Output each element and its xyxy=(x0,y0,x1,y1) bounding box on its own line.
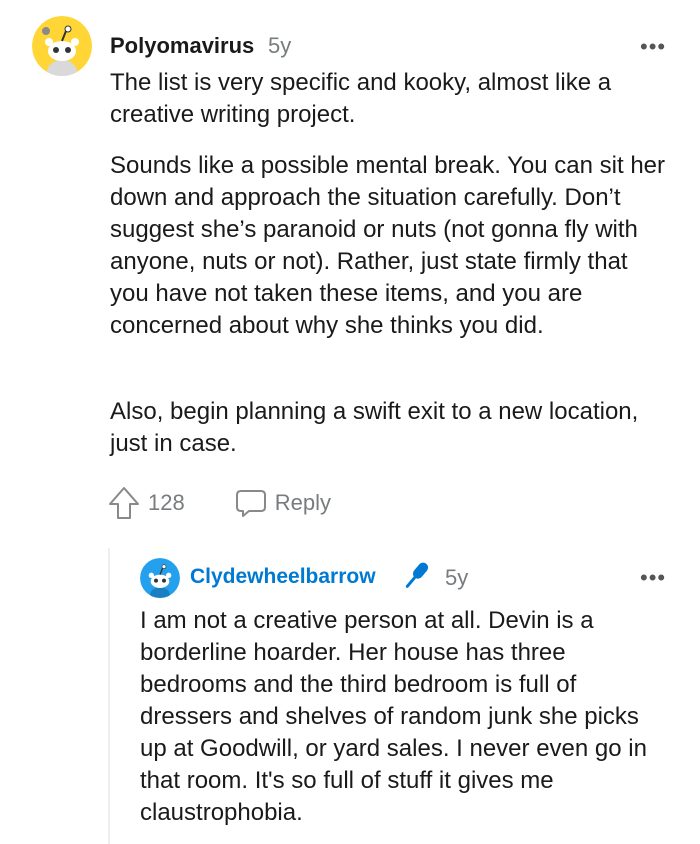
user-avatar[interactable] xyxy=(140,558,180,598)
upvote-button[interactable]: 128 xyxy=(108,486,185,520)
microphone-icon xyxy=(405,562,429,588)
vote-count: 128 xyxy=(148,490,185,515)
thread-line[interactable] xyxy=(108,548,110,844)
comment-paragraph-1: The list is very specific and kooky, alm… xyxy=(110,69,612,128)
more-options-icon[interactable]: ••• xyxy=(640,34,666,60)
reply-paragraph: I am not a creative person at all. Devin… xyxy=(140,607,647,826)
snoo-avatar-icon xyxy=(140,558,180,598)
more-options-icon[interactable]: ••• xyxy=(640,565,666,591)
comment-age: 5y xyxy=(268,33,292,58)
comment-age: 5y xyxy=(445,565,469,590)
comment-actions: 128 Reply xyxy=(108,486,331,520)
reply-label: Reply xyxy=(274,490,331,515)
username[interactable]: Polyomavirus xyxy=(110,33,254,59)
username[interactable]: Clydewheelbarrow xyxy=(190,565,376,589)
comment-paragraph-3: Also, begin planning a swift exit to a n… xyxy=(110,398,639,457)
reply-bubble-icon xyxy=(235,490,266,517)
user-avatar[interactable] xyxy=(32,16,92,76)
upvote-arrow-icon xyxy=(109,487,139,519)
snoo-avatar-icon xyxy=(32,16,92,76)
comment-paragraph-2: Sounds like a possible mental break. You… xyxy=(110,152,666,339)
reply-button[interactable]: Reply xyxy=(235,488,331,518)
